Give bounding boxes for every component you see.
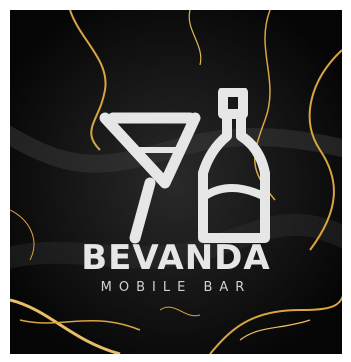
logo-card: BEVANDA MOBILE BAR [10, 10, 342, 354]
cocktail-glass-and-bottle-icon [99, 88, 270, 244]
brand-tagline: MOBILE BAR [100, 280, 252, 295]
brand-name: BEVANDA [81, 238, 271, 278]
